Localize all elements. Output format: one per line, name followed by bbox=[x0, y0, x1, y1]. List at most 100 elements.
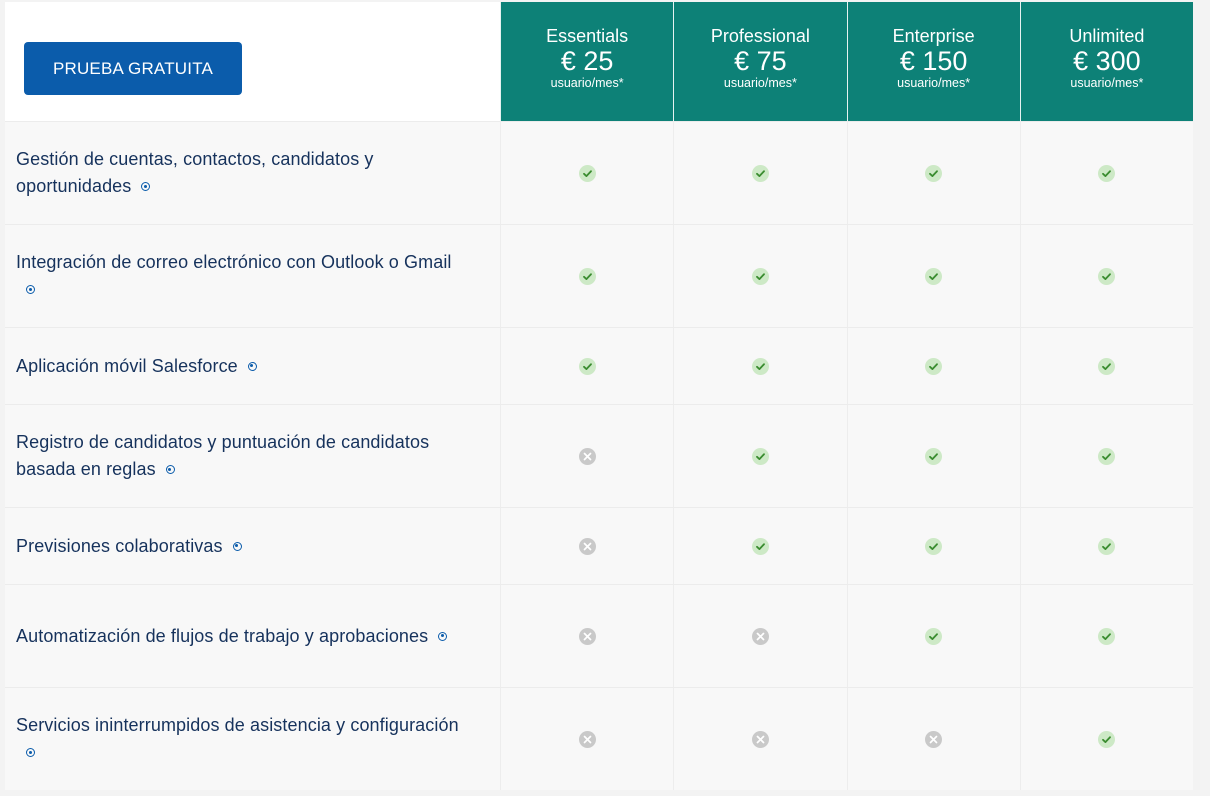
free-trial-button[interactable]: PRUEBA GRATUITA bbox=[24, 42, 242, 95]
feature-rows: Gestión de cuentas, contactos, candidato… bbox=[5, 121, 1193, 790]
cross-icon bbox=[751, 730, 769, 748]
plan-essentials: Essentials € 25 usuario/mes* bbox=[500, 2, 674, 121]
plan-cell-enterprise bbox=[846, 405, 1020, 507]
info-icon[interactable] bbox=[165, 465, 175, 474]
check-icon bbox=[925, 627, 943, 645]
feature-text: Integración de correo electrónico con Ou… bbox=[16, 249, 470, 303]
plan-cell-essentials bbox=[500, 585, 674, 687]
feature-cell: Previsiones colaborativas bbox=[5, 508, 500, 584]
plan-price: € 300 bbox=[1073, 46, 1141, 76]
plan-unit: usuario/mes* bbox=[1070, 76, 1144, 90]
check-icon bbox=[751, 537, 769, 555]
pricing-table: PRUEBA GRATUITA Essentials € 25 usuario/… bbox=[5, 2, 1193, 790]
check-icon bbox=[578, 164, 596, 182]
cross-icon bbox=[751, 627, 769, 645]
plan-cell-unlimited bbox=[1019, 508, 1193, 584]
check-icon bbox=[925, 267, 943, 285]
plan-cell-essentials bbox=[500, 122, 674, 224]
plan-cell-professional bbox=[673, 688, 847, 790]
check-icon bbox=[1098, 267, 1116, 285]
check-icon bbox=[1098, 447, 1116, 465]
cross-icon bbox=[578, 627, 596, 645]
feature-label: Aplicación móvil Salesforce bbox=[16, 355, 238, 376]
feature-text: Previsiones colaborativas bbox=[16, 533, 242, 560]
feature-row: Previsiones colaborativas bbox=[5, 507, 1193, 584]
feature-row: Automatización de flujos de trabajo y ap… bbox=[5, 584, 1193, 687]
feature-row: Integración de correo electrónico con Ou… bbox=[5, 224, 1193, 327]
feature-text: Registro de candidatos y puntuación de c… bbox=[16, 429, 470, 483]
check-icon bbox=[1098, 164, 1116, 182]
plan-cell-professional bbox=[673, 225, 847, 327]
plan-cell-essentials bbox=[500, 405, 674, 507]
feature-row: Registro de candidatos y puntuación de c… bbox=[5, 404, 1193, 507]
plan-cell-essentials bbox=[500, 688, 674, 790]
feature-cell: Gestión de cuentas, contactos, candidato… bbox=[5, 122, 500, 224]
plan-price: € 150 bbox=[899, 46, 968, 76]
plan-name: Essentials bbox=[546, 26, 629, 46]
check-icon bbox=[925, 447, 943, 465]
header-cta-area: PRUEBA GRATUITA bbox=[5, 2, 500, 121]
feature-cell: Servicios ininterrumpidos de asistencia … bbox=[5, 688, 500, 790]
plan-price: € 25 bbox=[560, 46, 614, 76]
check-icon bbox=[925, 164, 943, 182]
feature-cell: Registro de candidatos y puntuación de c… bbox=[5, 405, 500, 507]
plan-cell-professional bbox=[673, 585, 847, 687]
check-icon bbox=[925, 537, 943, 555]
plan-cell-enterprise bbox=[846, 688, 1020, 790]
plan-unit: usuario/mes* bbox=[723, 76, 797, 90]
feature-text: Automatización de flujos de trabajo y ap… bbox=[16, 623, 448, 650]
plan-cell-unlimited bbox=[1019, 688, 1193, 790]
info-icon[interactable] bbox=[232, 541, 242, 551]
plan-cell-unlimited bbox=[1019, 122, 1193, 224]
plan-cell-enterprise bbox=[846, 122, 1020, 224]
plan-cell-professional bbox=[673, 508, 847, 584]
check-icon bbox=[751, 164, 769, 182]
plan-cell-professional bbox=[673, 328, 847, 404]
pricing-header: PRUEBA GRATUITA Essentials € 25 usuario/… bbox=[5, 2, 1193, 121]
check-icon bbox=[1098, 357, 1116, 375]
feature-label: Previsiones colaborativas bbox=[16, 535, 223, 556]
feature-label: Servicios ininterrumpidos de asistencia … bbox=[16, 715, 459, 735]
check-icon bbox=[751, 357, 769, 375]
info-icon[interactable] bbox=[26, 748, 35, 757]
check-icon bbox=[1098, 537, 1116, 555]
info-icon[interactable] bbox=[26, 285, 35, 294]
plan-name: Unlimited bbox=[1069, 26, 1145, 46]
info-icon[interactable] bbox=[438, 631, 448, 641]
check-icon bbox=[578, 357, 596, 375]
feature-row: Gestión de cuentas, contactos, candidato… bbox=[5, 121, 1193, 224]
plan-cell-essentials bbox=[500, 508, 674, 584]
check-icon bbox=[925, 357, 943, 375]
feature-label: Integración de correo electrónico con Ou… bbox=[16, 252, 452, 272]
feature-cell: Automatización de flujos de trabajo y ap… bbox=[5, 585, 500, 687]
cross-icon bbox=[578, 537, 596, 555]
check-icon bbox=[1098, 730, 1116, 748]
plan-cell-essentials bbox=[500, 225, 674, 327]
check-icon bbox=[751, 267, 769, 285]
feature-text: Gestión de cuentas, contactos, candidato… bbox=[16, 146, 470, 200]
plan-price: € 75 bbox=[734, 46, 787, 76]
feature-row: Servicios ininterrumpidos de asistencia … bbox=[5, 687, 1193, 790]
plan-cell-professional bbox=[673, 122, 847, 224]
plan-cell-enterprise bbox=[846, 508, 1020, 584]
feature-row: Aplicación móvil Salesforce bbox=[5, 327, 1193, 404]
plan-cell-unlimited bbox=[1019, 585, 1193, 687]
feature-cell: Aplicación móvil Salesforce bbox=[5, 328, 500, 404]
plan-cell-enterprise bbox=[846, 328, 1020, 404]
feature-label: Automatización de flujos de trabajo y ap… bbox=[16, 625, 429, 646]
cross-icon bbox=[925, 730, 943, 748]
plan-name: Enterprise bbox=[892, 26, 975, 46]
plan-cell-enterprise bbox=[846, 585, 1020, 687]
feature-text: Aplicación móvil Salesforce bbox=[16, 353, 257, 380]
plan-cell-unlimited bbox=[1019, 225, 1193, 327]
plan-unit: usuario/mes* bbox=[897, 76, 971, 90]
plan-cell-unlimited bbox=[1019, 405, 1193, 507]
info-icon[interactable] bbox=[247, 361, 257, 371]
feature-label: Registro de candidatos y puntuación de c… bbox=[16, 432, 430, 479]
check-icon bbox=[578, 267, 596, 285]
info-icon[interactable] bbox=[141, 182, 151, 191]
plan-cell-professional bbox=[673, 405, 847, 507]
plan-cell-enterprise bbox=[846, 225, 1020, 327]
plan-unlimited: Unlimited € 300 usuario/mes* bbox=[1019, 2, 1193, 121]
plan-cell-unlimited bbox=[1019, 328, 1193, 404]
